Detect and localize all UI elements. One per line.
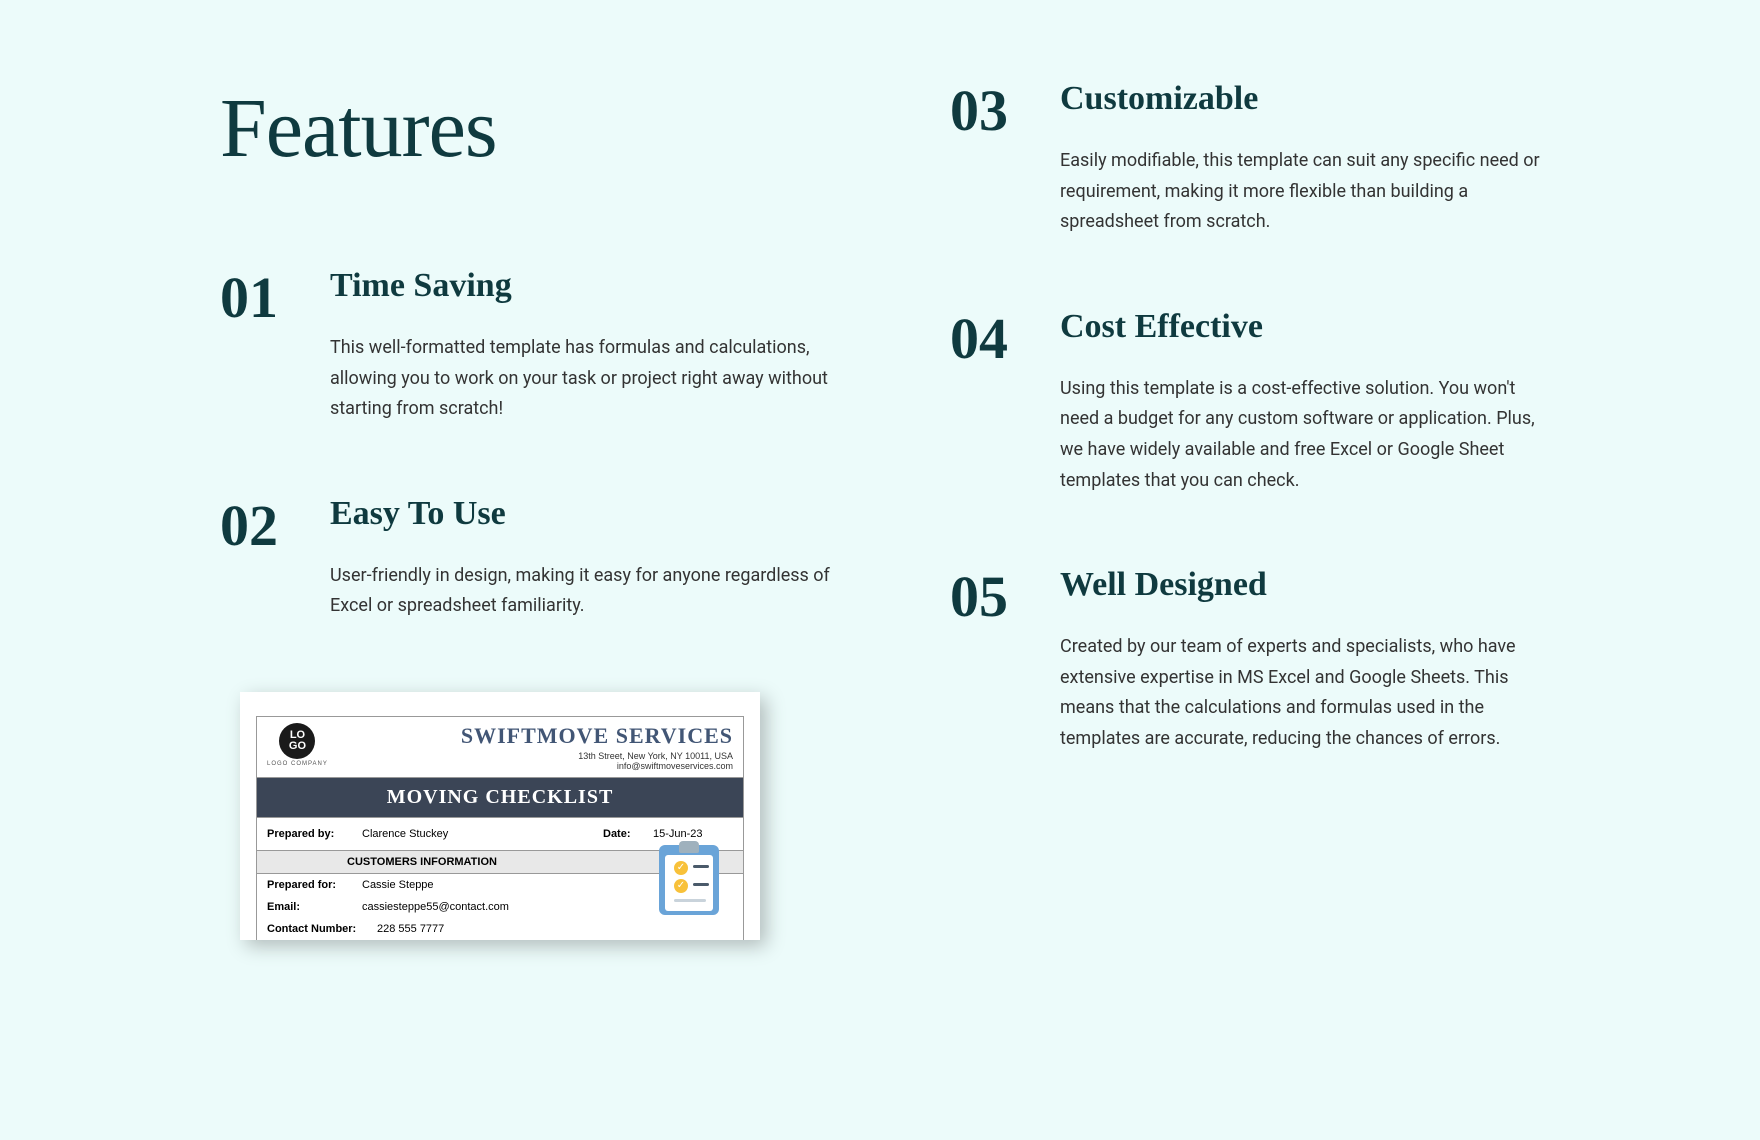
template-preview: LO GO LOGO COMPANY SWIFTMOVE SERVICES 13… [240, 692, 760, 940]
email-label: Email: [267, 901, 362, 913]
feature-desc: Created by our team of experts and speci… [1060, 632, 1540, 754]
clipboard-icon: ✓ ✓ [659, 845, 719, 915]
feature-title: Cost Effective [1060, 308, 1540, 346]
feature-item: 03 Customizable Easily modifiable, this … [950, 80, 1540, 238]
feature-title: Easy To Use [330, 495, 840, 533]
feature-number: 02 [220, 495, 330, 555]
feature-desc: Easily modifiable, this template can sui… [1060, 146, 1540, 238]
page-title: Features [220, 80, 840, 177]
contact-label: Contact Number: [267, 923, 377, 935]
feature-number: 04 [950, 308, 1060, 368]
company-email: info@swiftmoveservices.com [461, 761, 733, 771]
prepared-for-label: Prepared for: [267, 879, 362, 891]
feature-item: 01 Time Saving This well-formatted templ… [220, 267, 840, 425]
feature-number: 03 [950, 80, 1060, 140]
date-label: Date: [603, 828, 653, 840]
feature-item: 04 Cost Effective Using this template is… [950, 308, 1540, 496]
date-value: 15-Jun-23 [653, 828, 733, 840]
checklist-title-bar: MOVING CHECKLIST [256, 778, 744, 818]
prepared-by-label: Prepared by: [267, 828, 362, 840]
preview-logo: LO GO LOGO COMPANY [267, 723, 328, 767]
feature-number: 05 [950, 566, 1060, 626]
company-name: SWIFTMOVE SERVICES [461, 723, 733, 749]
feature-item: 02 Easy To Use User-friendly in design, … [220, 495, 840, 622]
feature-desc: Using this template is a cost-effective … [1060, 374, 1540, 496]
prepared-by-value: Clarence Stuckey [362, 828, 603, 840]
company-address: 13th Street, New York, NY 10011, USA [461, 751, 733, 761]
feature-title: Well Designed [1060, 566, 1540, 604]
feature-desc: This well-formatted template has formula… [330, 333, 840, 425]
feature-desc: User-friendly in design, making it easy … [330, 561, 840, 622]
feature-title: Customizable [1060, 80, 1540, 118]
contact-value: 228 555 7777 [377, 923, 733, 935]
feature-item: 05 Well Designed Created by our team of … [950, 566, 1540, 754]
logo-subtext: LOGO COMPANY [267, 761, 328, 767]
feature-title: Time Saving [330, 267, 840, 305]
logo-icon: LO GO [279, 723, 315, 759]
feature-number: 01 [220, 267, 330, 327]
